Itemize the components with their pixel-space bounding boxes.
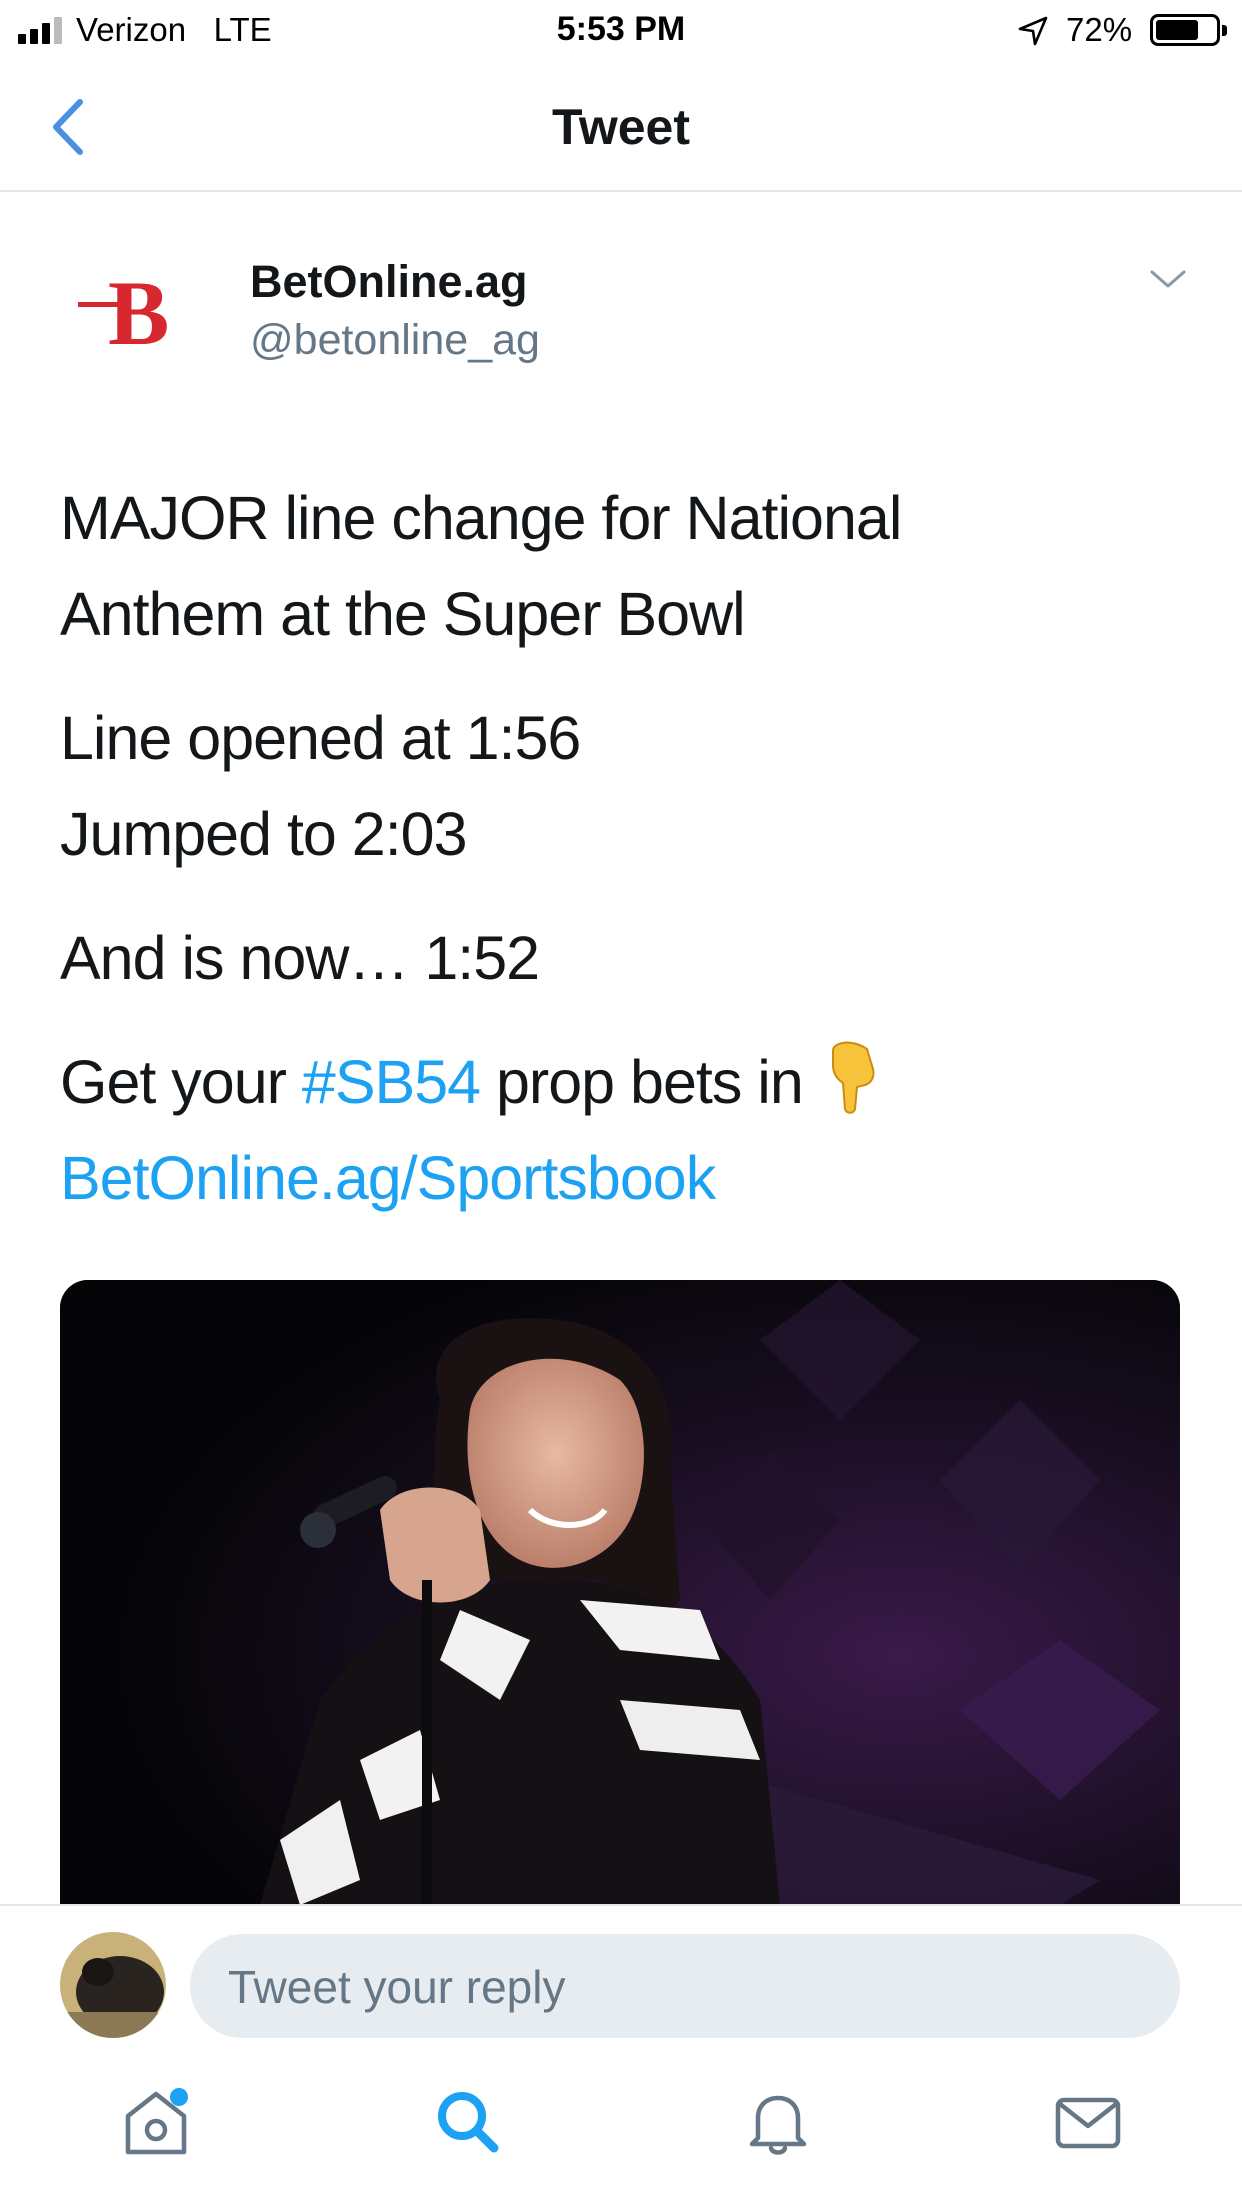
sportsbook-link[interactable]: BetOnline.ag/Sportsbook	[60, 1130, 1190, 1226]
battery-icon	[1150, 14, 1227, 46]
hashtag-link[interactable]: #SB54	[302, 1048, 481, 1116]
author-handle[interactable]: @betonline_ag	[250, 316, 540, 365]
tweet-line: Get your #SB54 prop bets in	[60, 1034, 1190, 1130]
location-arrow-icon	[1018, 16, 1048, 46]
tweet-line: Anthem at the Super Bowl	[60, 580, 746, 648]
pointing-down-emoji-icon	[831, 1041, 875, 1114]
status-time: 5:53 PM	[556, 10, 686, 48]
tweet-text: MAJOR line change for National Anthem at…	[60, 470, 1190, 1254]
reply-placeholder: Tweet your reply	[228, 1961, 566, 2013]
tweet-line: MAJOR line change for National	[60, 484, 902, 552]
home-badge-dot	[170, 2088, 188, 2106]
status-bar: Verizon LTE 5:53 PM 72%	[0, 0, 1242, 62]
nav-bar: Tweet	[0, 62, 1242, 192]
chevron-down-icon[interactable]	[1148, 264, 1188, 294]
tab-bar	[0, 2054, 1242, 2208]
page-title: Tweet	[552, 99, 690, 155]
tweet-line: Jumped to 2:03	[60, 800, 468, 868]
user-avatar[interactable]	[60, 1932, 166, 2038]
bell-icon[interactable]	[738, 2082, 818, 2162]
concert-photo	[60, 1280, 1180, 1905]
battery-fill	[1156, 20, 1198, 40]
author-name[interactable]: BetOnline.ag	[250, 256, 528, 308]
search-icon[interactable]	[428, 2082, 508, 2162]
tweet-media-image[interactable]	[60, 1280, 1180, 1905]
reply-bar: Tweet your reply	[0, 1904, 1242, 2054]
battery-percent: 72%	[1066, 11, 1133, 48]
mail-icon[interactable]	[1048, 2082, 1128, 2162]
logo-letter: B	[108, 262, 169, 364]
tweet-line: Line opened at 1:56	[60, 704, 581, 772]
author-logo[interactable]: B	[72, 250, 192, 370]
tweet-line: And is now… 1:52	[60, 924, 540, 992]
reply-input[interactable]: Tweet your reply	[190, 1934, 1180, 2038]
